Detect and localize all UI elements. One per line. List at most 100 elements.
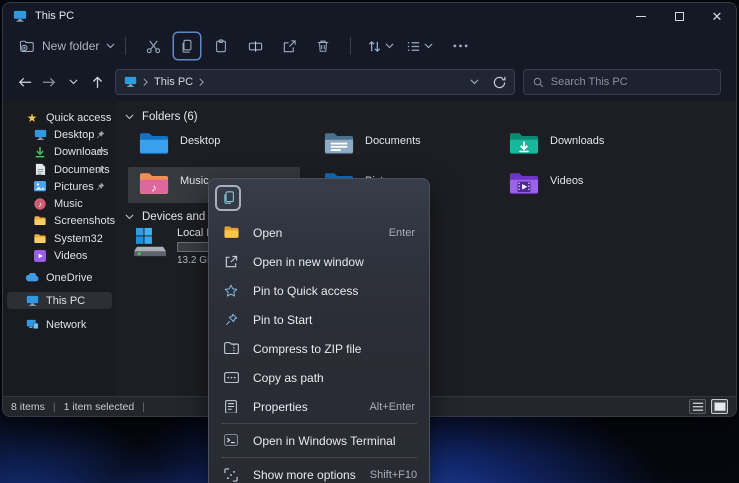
new-folder-button[interactable]: New folder xyxy=(19,39,115,53)
this-pc-icon xyxy=(13,10,27,22)
navigation-bar: This PC xyxy=(3,63,736,101)
title-bar: This PC ✕ xyxy=(3,3,736,29)
folder-tile-desktop[interactable]: Desktop xyxy=(133,127,313,163)
menu-item-pin-to-quick-access[interactable]: Pin to Quick access xyxy=(213,276,425,305)
sidebar-item-music[interactable]: ♪ Music xyxy=(7,195,112,212)
svg-text:♪: ♪ xyxy=(151,182,157,194)
zip-icon xyxy=(223,342,239,354)
arrow-up-icon xyxy=(92,76,103,89)
selection-count: 1 item selected xyxy=(64,401,135,413)
local-disk-icon xyxy=(133,227,169,257)
downloads-folder-icon xyxy=(509,131,539,156)
chevron-down-icon xyxy=(424,43,433,48)
sidebar-item-documents[interactable]: Documents xyxy=(7,161,112,178)
menu-item-label: Compress to ZIP file xyxy=(253,342,401,356)
rename-button[interactable] xyxy=(242,33,268,59)
network-icon xyxy=(25,319,39,330)
command-toolbar: New folder xyxy=(3,29,736,63)
trash-icon xyxy=(316,39,330,53)
desktop-folder-icon xyxy=(139,131,169,156)
sidebar-item-label: Network xyxy=(46,319,86,331)
downloads-icon xyxy=(33,146,47,158)
maximize-button[interactable] xyxy=(660,3,698,29)
menu-item-shortcut: Shift+F10 xyxy=(370,469,417,481)
menu-item-label: Pin to Start xyxy=(253,313,401,327)
up-button[interactable] xyxy=(85,70,109,94)
folders-section-title: Folders (6) xyxy=(142,111,198,123)
terminal-icon xyxy=(223,434,239,446)
this-pc-icon xyxy=(124,76,137,87)
close-button[interactable]: ✕ xyxy=(698,3,736,29)
sidebar-item-downloads[interactable]: Downloads xyxy=(7,143,112,160)
menu-item-label: Open in Windows Terminal xyxy=(253,434,401,448)
more-options-button[interactable] xyxy=(447,33,473,59)
forward-button[interactable] xyxy=(37,70,61,94)
menu-item-properties[interactable]: Properties Alt+Enter xyxy=(213,392,425,421)
folder-tile-videos[interactable]: Videos xyxy=(503,167,683,203)
this-pc-icon xyxy=(25,295,39,306)
sidebar-item-label: Videos xyxy=(54,250,87,262)
menu-item-pin-to-start[interactable]: Pin to Start xyxy=(213,305,425,334)
menu-item-open-in-windows-terminal[interactable]: Open in Windows Terminal xyxy=(213,426,425,455)
desktop-icon xyxy=(33,129,47,140)
sidebar-item-screenshots[interactable]: Screenshots xyxy=(7,212,112,229)
sidebar-item-quick-access[interactable]: ★ Quick access xyxy=(7,109,112,126)
details-view-icon xyxy=(692,402,704,411)
breadcrumb-root[interactable]: This PC xyxy=(154,76,193,88)
view-button[interactable] xyxy=(406,39,433,54)
chevron-down-icon xyxy=(69,79,78,84)
paste-icon xyxy=(214,39,228,53)
delete-button[interactable] xyxy=(310,33,336,59)
pin-icon xyxy=(96,165,105,174)
details-view-button[interactable] xyxy=(689,399,706,414)
menu-item-label: Open in new window xyxy=(253,255,401,269)
search-box[interactable] xyxy=(523,69,721,95)
paste-button[interactable] xyxy=(208,33,234,59)
copy-button[interactable] xyxy=(174,33,200,59)
sidebar-item-pictures[interactable]: Pictures xyxy=(7,178,112,195)
sidebar-item-system32[interactable]: System32 xyxy=(7,230,112,247)
sidebar-item-desktop[interactable]: Desktop xyxy=(7,126,112,143)
folder-name: Music xyxy=(180,175,209,187)
back-button[interactable] xyxy=(13,70,37,94)
menu-item-show-more-options[interactable]: Show more options Shift+F10 xyxy=(213,460,425,483)
sidebar-item-videos[interactable]: Videos xyxy=(7,247,112,264)
large-icons-view-button[interactable] xyxy=(711,399,728,414)
menu-item-copy-as-path[interactable]: Copy as path xyxy=(213,363,425,392)
status-divider: | xyxy=(142,401,145,413)
chevron-down-icon xyxy=(106,43,115,48)
folder-tile-downloads[interactable]: Downloads xyxy=(503,127,683,163)
address-bar[interactable]: This PC xyxy=(115,69,515,95)
menu-item-label: Properties xyxy=(253,400,355,414)
sidebar-item-onedrive[interactable]: OneDrive xyxy=(7,269,112,286)
refresh-button[interactable] xyxy=(493,76,506,89)
folder-name: Downloads xyxy=(550,135,604,147)
sidebar-item-network[interactable]: Network xyxy=(7,316,112,333)
sort-icon xyxy=(367,39,382,54)
recent-locations-button[interactable] xyxy=(61,70,85,94)
sidebar-item-label: Quick access xyxy=(46,112,111,124)
cut-button[interactable] xyxy=(140,33,166,59)
sort-button[interactable] xyxy=(367,39,394,54)
sidebar-item-this-pc[interactable]: This PC xyxy=(7,292,112,309)
address-dropdown-icon[interactable] xyxy=(470,79,479,84)
share-button[interactable] xyxy=(276,33,302,59)
window-title: This PC xyxy=(35,10,74,22)
menu-item-compress-to-zip[interactable]: Compress to ZIP file xyxy=(213,334,425,363)
pin-star-icon xyxy=(223,284,239,297)
menu-item-open-in-new-window[interactable]: Open in new window xyxy=(213,247,425,276)
breadcrumb-chevron-icon xyxy=(199,78,204,86)
menu-item-open[interactable]: Open Enter xyxy=(213,218,425,247)
menu-item-label: Open xyxy=(253,226,375,240)
large-icons-view-icon xyxy=(714,402,726,411)
menu-item-shortcut: Enter xyxy=(389,227,415,239)
folder-tile-documents[interactable]: Documents xyxy=(318,127,498,163)
star-icon: ★ xyxy=(25,112,39,124)
context-copy-button[interactable] xyxy=(215,185,241,211)
folders-section-header[interactable]: Folders (6) xyxy=(125,111,198,123)
minimize-button[interactable] xyxy=(622,3,660,29)
folder-name: Documents xyxy=(365,135,421,147)
folder-icon xyxy=(33,234,47,243)
search-input[interactable] xyxy=(551,76,711,88)
open-folder-icon xyxy=(223,226,239,238)
